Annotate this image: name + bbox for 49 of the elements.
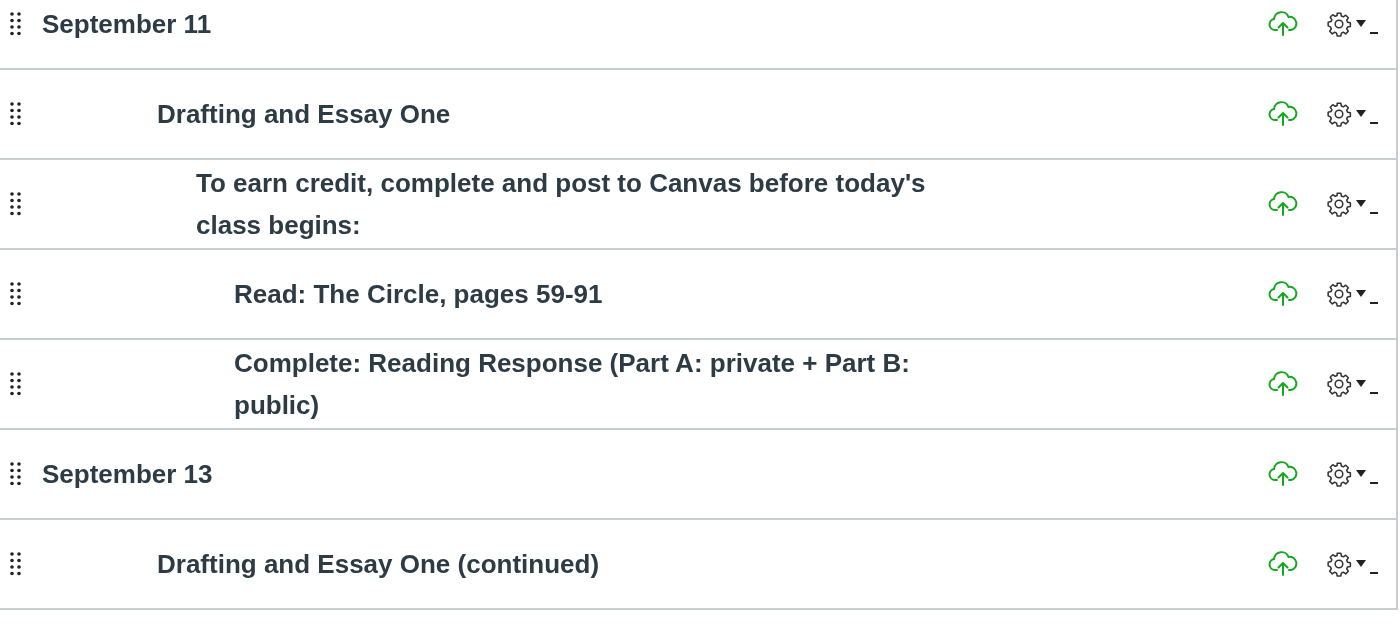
cloud-upload-icon[interactable] [1268, 11, 1298, 37]
settings-icon [1326, 101, 1352, 127]
cloud-upload-icon[interactable] [1268, 551, 1298, 577]
settings-menu-button[interactable] [1326, 11, 1378, 37]
settings-icon [1326, 461, 1352, 487]
dash-icon [1370, 32, 1378, 34]
drag-handle-icon[interactable] [10, 12, 22, 36]
settings-icon [1326, 11, 1352, 37]
settings-icon [1326, 191, 1352, 217]
dash-icon [1370, 392, 1378, 394]
settings-menu-button[interactable] [1326, 101, 1378, 127]
drag-handle-icon[interactable] [10, 552, 22, 576]
module-item-title[interactable]: September 11 [42, 3, 212, 45]
caret-icon [1356, 110, 1366, 118]
module-item-title[interactable]: Complete: Reading Response (Part A: private + Part B: public) [234, 342, 978, 426]
drag-handle-icon[interactable] [10, 372, 22, 396]
settings-menu-button[interactable] [1326, 191, 1378, 217]
module-item-title[interactable]: Drafting and Essay One (continued) [157, 543, 600, 585]
drag-handle-icon[interactable] [10, 192, 22, 216]
drag-handle-icon[interactable] [10, 282, 22, 306]
settings-menu-button[interactable] [1326, 551, 1378, 577]
module-item-title[interactable]: September 13 [42, 453, 213, 495]
drag-handle-icon[interactable] [10, 462, 22, 486]
module-item-title[interactable]: To earn credit, complete and post to Canvas before today's class begins: [196, 162, 978, 246]
module-item-title[interactable]: Drafting and Essay One [157, 93, 451, 135]
dash-icon [1370, 572, 1378, 574]
cloud-upload-icon[interactable] [1268, 371, 1298, 397]
settings-icon [1326, 551, 1352, 577]
caret-icon [1356, 200, 1366, 208]
cloud-upload-icon[interactable] [1268, 281, 1298, 307]
cloud-upload-icon[interactable] [1268, 101, 1298, 127]
caret-icon [1356, 20, 1366, 28]
dash-icon [1370, 212, 1378, 214]
settings-menu-button[interactable] [1326, 281, 1378, 307]
caret-icon [1356, 560, 1366, 568]
settings-icon [1326, 371, 1352, 397]
module-item-title[interactable]: Read: The Circle, pages 59-91 [234, 273, 603, 315]
cloud-upload-icon[interactable] [1268, 461, 1298, 487]
settings-menu-button[interactable] [1326, 371, 1378, 397]
settings-icon [1326, 281, 1352, 307]
caret-icon [1356, 380, 1366, 388]
dash-icon [1370, 302, 1378, 304]
caret-icon [1356, 470, 1366, 478]
dash-icon [1370, 122, 1378, 124]
drag-handle-icon[interactable] [10, 102, 22, 126]
dash-icon [1370, 482, 1378, 484]
settings-menu-button[interactable] [1326, 461, 1378, 487]
cloud-upload-icon[interactable] [1268, 191, 1298, 217]
caret-icon [1356, 290, 1366, 298]
